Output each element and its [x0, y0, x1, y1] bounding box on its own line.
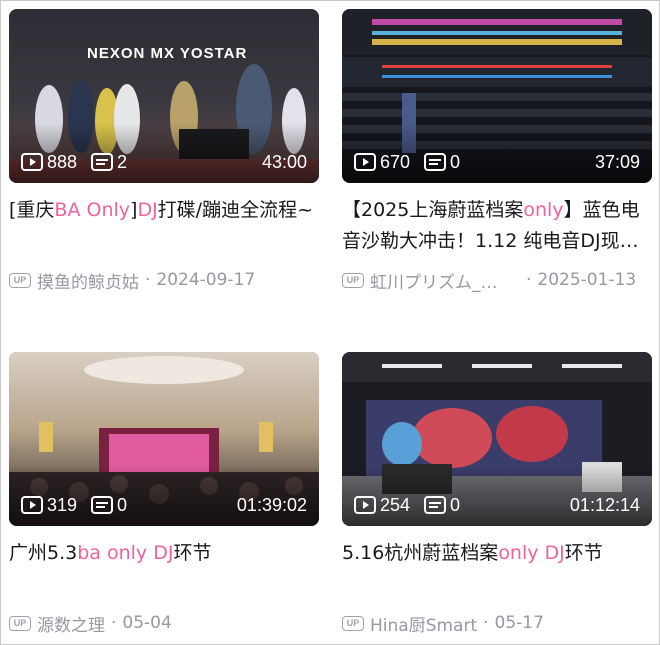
video-duration: 43:00	[261, 151, 307, 172]
meta-separator: ·	[526, 270, 532, 290]
uploader-name[interactable]: Hina厨Smart	[370, 611, 477, 636]
video-meta: UP Hina厨Smart · 05-17	[342, 611, 652, 636]
view-count: 254	[380, 494, 411, 515]
meta-separator: ·	[111, 613, 117, 633]
up-badge-icon: UP	[9, 272, 31, 288]
video-stats: 319 0 01:39:02	[21, 493, 307, 517]
title-keyword-highlight: BA Only	[54, 199, 131, 221]
publish-date: 2025-01-13	[537, 270, 637, 290]
danmaku-icon	[91, 153, 114, 171]
video-meta: UP 虹川プリズム_… · 2025-01-13	[342, 268, 652, 293]
title-text: 5.16杭州蔚蓝档案	[342, 542, 499, 564]
video-card[interactable]: NEXON MX YOSTAR 888 2 43:00 [重庆BA Only]D…	[9, 9, 319, 293]
danmaku-icon	[424, 496, 447, 514]
up-badge-icon: UP	[9, 615, 31, 631]
title-text: 环节	[173, 542, 212, 564]
video-thumbnail[interactable]: 319 0 01:39:02	[9, 352, 319, 526]
video-duration: 01:12:14	[569, 494, 640, 515]
danmaku-count: 0	[117, 494, 128, 515]
video-duration: 01:39:02	[236, 494, 307, 515]
up-badge-icon: UP	[342, 615, 364, 631]
publish-date: 05-17	[494, 613, 544, 633]
title-keyword-highlight: DJ	[137, 199, 158, 221]
title-keyword-highlight: only DJ	[498, 542, 565, 564]
video-grid: NEXON MX YOSTAR 888 2 43:00 [重庆BA Only]D…	[0, 0, 660, 645]
video-title[interactable]: 5.16杭州蔚蓝档案only DJ环节	[342, 538, 652, 600]
title-text: 【2025上海蔚蓝档案	[342, 199, 524, 221]
danmaku-count: 0	[450, 494, 461, 515]
meta-separator: ·	[145, 270, 151, 290]
video-stats: 670 0 37:09	[354, 150, 640, 174]
view-count: 670	[380, 151, 411, 172]
title-text: 打碟/蹦迪全流程~	[157, 199, 313, 221]
title-text: 环节	[564, 542, 603, 564]
danmaku-icon	[424, 153, 447, 171]
play-count-icon	[354, 496, 376, 514]
view-count: 888	[47, 151, 78, 172]
video-title[interactable]: 【2025上海蔚蓝档案only】蓝色电音沙勒大冲击！1.12 纯电音DJ现场录制	[342, 195, 652, 257]
video-title[interactable]: [重庆BA Only]DJ打碟/蹦迪全流程~	[9, 195, 319, 257]
video-title[interactable]: 广州5.3ba only DJ环节	[9, 538, 319, 600]
video-thumbnail[interactable]: 254 0 01:12:14	[342, 352, 652, 526]
uploader-name[interactable]: 源数之理	[37, 611, 105, 636]
video-thumbnail[interactable]: 670 0 37:09	[342, 9, 652, 183]
title-text: [重庆	[9, 199, 55, 221]
video-card[interactable]: 319 0 01:39:02 广州5.3ba only DJ环节 UP 源数之理…	[9, 352, 319, 636]
meta-separator: ·	[483, 613, 489, 633]
video-card[interactable]: 670 0 37:09 【2025上海蔚蓝档案only】蓝色电音沙勒大冲击！1.…	[342, 9, 652, 293]
up-badge-icon: UP	[342, 272, 364, 288]
thumbnail-logos: NEXON MX YOSTAR	[87, 45, 248, 62]
title-keyword-highlight: only	[523, 199, 564, 221]
danmaku-icon	[91, 496, 114, 514]
play-count-icon	[21, 153, 43, 171]
uploader-name[interactable]: 虹川プリズム_…	[370, 268, 520, 293]
play-count-icon	[354, 153, 376, 171]
play-count-icon	[21, 496, 43, 514]
video-duration: 37:09	[594, 151, 640, 172]
danmaku-count: 2	[117, 151, 128, 172]
video-meta: UP 摸鱼的鲸贞姑 · 2024-09-17	[9, 268, 319, 293]
video-stats: 888 2 43:00	[21, 150, 307, 174]
video-thumbnail[interactable]: NEXON MX YOSTAR 888 2 43:00	[9, 9, 319, 183]
video-stats: 254 0 01:12:14	[354, 493, 640, 517]
danmaku-count: 0	[450, 151, 461, 172]
publish-date: 05-04	[122, 613, 172, 633]
title-text: 广州5.3	[9, 542, 78, 564]
title-keyword-highlight: ba only DJ	[77, 542, 174, 564]
video-card[interactable]: 254 0 01:12:14 5.16杭州蔚蓝档案only DJ环节 UP Hi…	[342, 352, 652, 636]
video-meta: UP 源数之理 · 05-04	[9, 611, 319, 636]
uploader-name[interactable]: 摸鱼的鲸贞姑	[37, 268, 139, 293]
view-count: 319	[47, 494, 78, 515]
publish-date: 2024-09-17	[156, 270, 256, 290]
